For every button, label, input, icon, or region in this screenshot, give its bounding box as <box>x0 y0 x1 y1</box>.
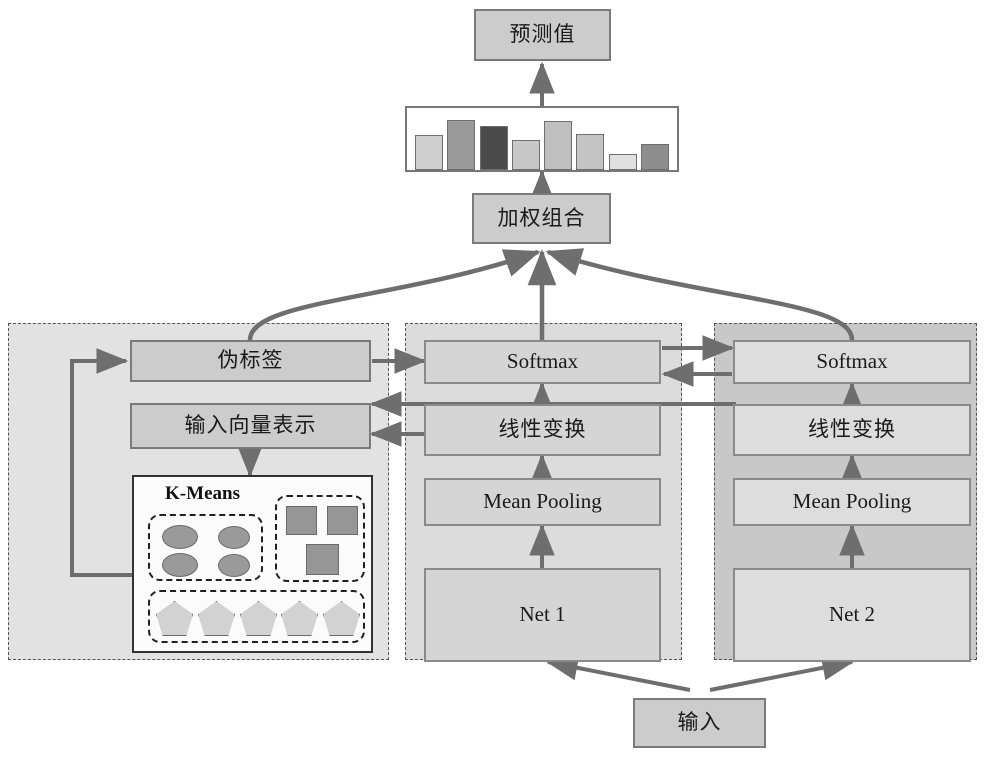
node-prediction[interactable]: 预测值 <box>474 9 611 61</box>
output-histogram <box>405 106 679 172</box>
histogram-bar <box>544 121 573 170</box>
kmeans-pentagon <box>281 601 318 636</box>
kmeans-ellipse <box>218 554 250 577</box>
kmeans-pentagon <box>198 601 235 636</box>
kmeans-square <box>286 506 317 535</box>
node-net-2[interactable]: Net 2 <box>733 568 971 662</box>
node-mean-pooling-2[interactable]: Mean Pooling <box>733 478 971 526</box>
node-softmax-2[interactable]: Softmax <box>733 340 971 384</box>
node-linear-transform-1[interactable]: 线性变换 <box>424 404 661 456</box>
histogram-bar <box>640 144 669 170</box>
node-net-1[interactable]: Net 1 <box>424 568 661 662</box>
kmeans-cluster-squares <box>275 495 365 582</box>
node-pseudo-label[interactable]: 伪标签 <box>130 340 371 382</box>
arrow-input-to-net1 <box>545 655 691 692</box>
kmeans-ellipse <box>162 525 198 549</box>
kmeans-cluster-ellipses <box>148 514 263 581</box>
histogram-bar <box>511 140 540 170</box>
kmeans-pentagon <box>323 601 360 636</box>
kmeans-pentagon <box>156 601 193 636</box>
histogram-bar <box>479 126 508 170</box>
node-mean-pooling-1[interactable]: Mean Pooling <box>424 478 661 526</box>
histogram-bar <box>576 134 605 170</box>
node-weighted-combination[interactable]: 加权组合 <box>472 193 611 244</box>
arrow-input-to-net2 <box>709 655 855 692</box>
histogram-bar <box>447 120 476 170</box>
histogram-bar <box>608 154 637 170</box>
histogram-bar <box>415 135 444 170</box>
kmeans-square <box>327 506 358 535</box>
kmeans-square <box>306 544 339 575</box>
kmeans-ellipse <box>218 526 250 549</box>
kmeans-ellipse <box>162 553 198 577</box>
node-softmax-1[interactable]: Softmax <box>424 340 661 384</box>
node-linear-transform-2[interactable]: 线性变换 <box>733 404 971 456</box>
kmeans-pentagon <box>240 601 277 636</box>
node-kmeans-panel[interactable]: K-Means <box>132 475 373 653</box>
node-input[interactable]: 输入 <box>633 698 766 748</box>
diagram-canvas: 预测值 加权组合 伪标签 输入向量表示 K-Means Softmax 线性变换… <box>0 0 1000 757</box>
kmeans-cluster-pentagons <box>148 590 365 643</box>
node-input-vector-representation[interactable]: 输入向量表示 <box>130 403 371 449</box>
